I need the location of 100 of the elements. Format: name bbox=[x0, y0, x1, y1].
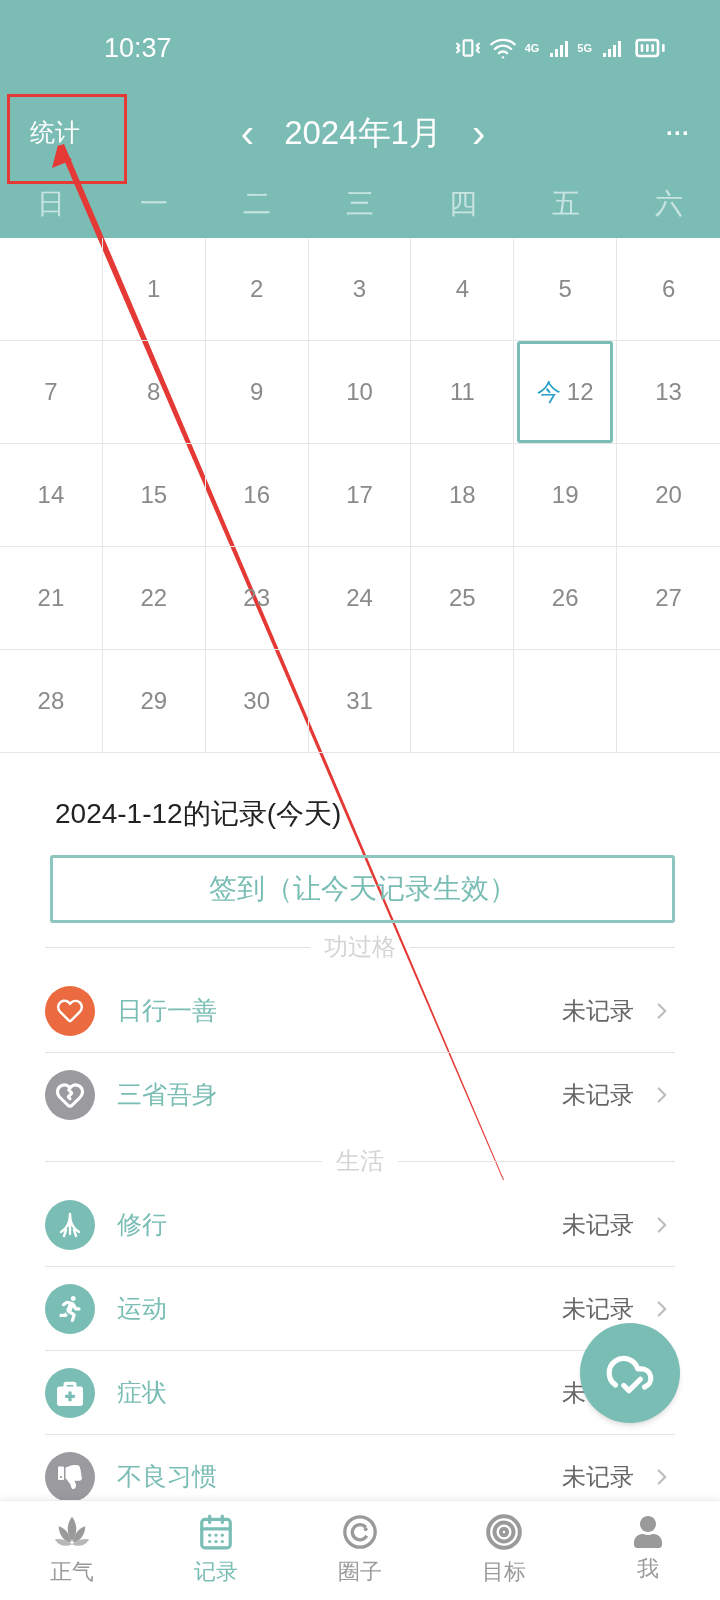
calendar-day[interactable]: 24 bbox=[308, 547, 411, 649]
item-label: 症状 bbox=[117, 1376, 168, 1408]
calendar-day[interactable]: 18 bbox=[411, 444, 514, 546]
day-number: 20 bbox=[655, 480, 682, 510]
nav-label: 圈子 bbox=[338, 1558, 382, 1586]
item-status: 未记录 bbox=[562, 1210, 634, 1238]
day-number: 18 bbox=[449, 480, 476, 510]
calendar-icon bbox=[197, 1513, 235, 1551]
calendar-day[interactable]: 11 bbox=[411, 341, 514, 443]
day-number: 5 bbox=[558, 274, 572, 304]
calendar-day[interactable]: 16 bbox=[205, 444, 308, 546]
nav-tab[interactable]: 圈子 bbox=[288, 1501, 432, 1600]
day-number: 30 bbox=[243, 686, 270, 716]
calendar-day[interactable]: 13 bbox=[617, 341, 720, 443]
nav-label: 正气 bbox=[50, 1558, 94, 1586]
today-label: 今 bbox=[536, 377, 561, 407]
calendar-day[interactable]: 20 bbox=[617, 444, 720, 546]
calendar-day[interactable]: 21 bbox=[0, 547, 102, 649]
calendar-day[interactable]: 19 bbox=[514, 444, 617, 546]
weekday-label: 四 bbox=[447, 187, 478, 221]
calendar-day[interactable]: 5 bbox=[514, 238, 617, 340]
day-number: 16 bbox=[243, 480, 270, 510]
nav-label: 记录 bbox=[194, 1558, 238, 1586]
calendar-day[interactable]: 31 bbox=[308, 650, 411, 752]
day-number: 11 bbox=[449, 377, 475, 407]
item-label: 运动 bbox=[117, 1292, 168, 1324]
day-number: 3 bbox=[352, 274, 367, 304]
calendar-day[interactable]: 2 bbox=[205, 238, 308, 340]
day-number: 29 bbox=[140, 686, 168, 716]
day-number: 28 bbox=[37, 686, 65, 716]
nav-tab[interactable]: 正气 bbox=[0, 1501, 144, 1600]
item-status: 未记录 bbox=[562, 996, 634, 1024]
day-number: 9 bbox=[249, 377, 264, 407]
calendar-day[interactable]: 9 bbox=[205, 341, 308, 443]
calendar-day[interactable]: 7 bbox=[0, 341, 102, 443]
nav-tab[interactable]: 记录 bbox=[144, 1501, 288, 1600]
nav-tab[interactable]: 我 bbox=[576, 1501, 720, 1600]
item-label: 日行一善 bbox=[117, 994, 218, 1026]
weekday-label: 五 bbox=[550, 187, 581, 221]
month-title: 2024年1月 bbox=[284, 113, 442, 154]
item-label: 三省吾身 bbox=[117, 1079, 218, 1111]
day-number: 1 bbox=[147, 274, 161, 304]
item-status: 未 bbox=[562, 1378, 586, 1406]
day-number: 6 bbox=[661, 274, 676, 304]
day-number: 24 bbox=[346, 583, 373, 613]
record-title: 2024-1-12的记录(今天) bbox=[55, 797, 343, 831]
item-status: 未记录 bbox=[562, 1462, 634, 1490]
next-month-button[interactable]: › bbox=[471, 113, 486, 153]
day-number: 25 bbox=[449, 583, 476, 613]
day-number: 21 bbox=[37, 583, 65, 613]
calendar-day[interactable]: 25 bbox=[411, 547, 514, 649]
more-button[interactable]: ··· bbox=[666, 115, 690, 151]
calendar-day[interactable]: 30 bbox=[205, 650, 308, 752]
day-number: 4 bbox=[455, 274, 470, 304]
weekday-label: 一 bbox=[139, 187, 170, 221]
calendar-day[interactable]: 26 bbox=[514, 547, 617, 649]
day-number: 13 bbox=[655, 377, 682, 407]
calendar-day[interactable]: 29 bbox=[102, 650, 205, 752]
nav-tab[interactable]: 目标 bbox=[432, 1501, 576, 1600]
statistics-button[interactable]: 统计 bbox=[30, 114, 140, 152]
day-number: 22 bbox=[140, 583, 168, 613]
day-number: 2 bbox=[249, 274, 264, 304]
day-number: 7 bbox=[44, 377, 58, 407]
item-label: 修行 bbox=[117, 1208, 168, 1240]
calendar-day[interactable]: 17 bbox=[308, 444, 411, 546]
calendar-day[interactable]: 6 bbox=[617, 238, 720, 340]
calendar-day[interactable]: 27 bbox=[617, 547, 720, 649]
day-number: 31 bbox=[346, 686, 373, 716]
calendar-day[interactable]: 8 bbox=[102, 341, 205, 443]
item-label: 不良习惯 bbox=[117, 1460, 218, 1492]
signal-icon bbox=[600, 39, 622, 57]
calendar-day[interactable]: 1 bbox=[102, 238, 205, 340]
network-label: 4G bbox=[524, 40, 540, 56]
day-number: 27 bbox=[655, 583, 682, 613]
ring-icon bbox=[341, 1513, 379, 1551]
calendar-day[interactable]: 14 bbox=[0, 444, 102, 546]
day-number: 8 bbox=[147, 377, 161, 407]
weekday-label: 三 bbox=[345, 187, 375, 221]
day-number: 14 bbox=[37, 480, 65, 510]
signal-icon bbox=[547, 39, 570, 57]
target-icon bbox=[485, 1513, 523, 1551]
calendar-day[interactable]: 15 bbox=[102, 444, 205, 546]
day-number: 10 bbox=[346, 377, 373, 407]
nav-label: 目标 bbox=[482, 1558, 526, 1586]
calendar-day[interactable]: 22 bbox=[102, 547, 205, 649]
day-number: 15 bbox=[140, 480, 168, 510]
weekday-label: 六 bbox=[653, 187, 684, 221]
calendar-day[interactable]: 3 bbox=[308, 238, 411, 340]
day-number: 26 bbox=[551, 583, 579, 613]
calendar-day[interactable]: 今 12 bbox=[517, 341, 614, 443]
previous-month-button[interactable]: ‹ bbox=[240, 113, 255, 153]
day-number: 12 bbox=[566, 377, 594, 407]
nav-label: 我 bbox=[637, 1555, 659, 1583]
day-number: 17 bbox=[346, 480, 373, 510]
calendar-day[interactable]: 10 bbox=[308, 341, 411, 443]
calendar-day[interactable]: 4 bbox=[411, 238, 514, 340]
item-status: 未记录 bbox=[562, 1081, 634, 1108]
user-icon bbox=[632, 1516, 664, 1548]
calendar-day[interactable]: 28 bbox=[0, 650, 102, 752]
weekday-label: 二 bbox=[242, 187, 273, 221]
